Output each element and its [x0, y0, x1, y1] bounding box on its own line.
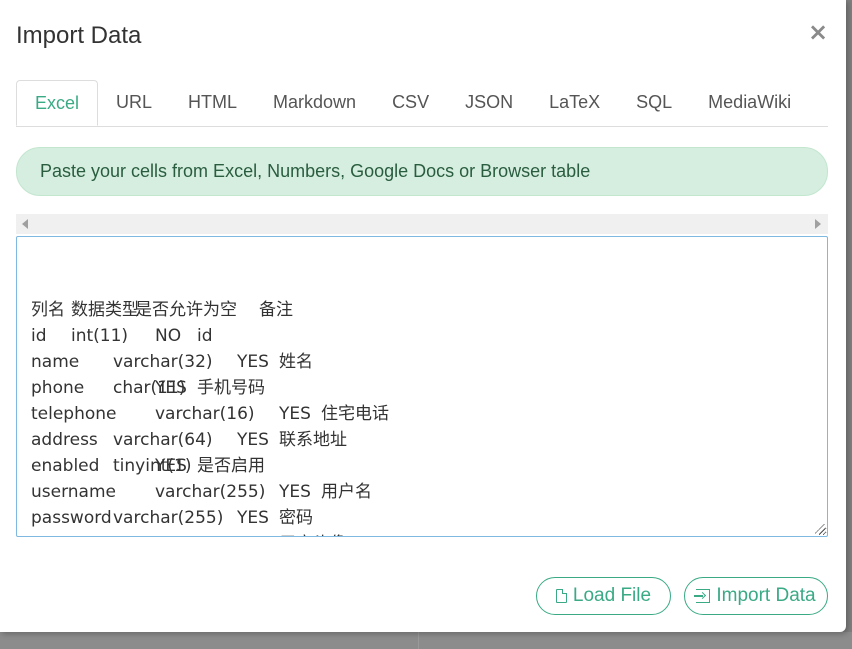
textarea-cell: phone	[31, 378, 85, 398]
tab-url[interactable]: URL	[98, 80, 170, 125]
info-message: Paste your cells from Excel, Numbers, Go…	[16, 147, 828, 196]
textarea-cell: YES	[237, 430, 269, 450]
dialog-title: Import Data	[16, 22, 142, 49]
textarea-line: enabled tinyint(1)YES 是否启用	[31, 453, 813, 479]
textarea-line: passwordvarchar(255) YES 密码	[31, 505, 813, 531]
textarea-cell: varchar(255)	[155, 482, 266, 502]
tab-excel[interactable]: Excel	[16, 80, 99, 126]
textarea-cell: 是否启用	[197, 456, 265, 476]
textarea-cell: 是否允许为空	[135, 300, 237, 320]
textarea-cell: password	[31, 508, 112, 528]
textarea-cell: 住宅电话	[321, 404, 389, 424]
textarea-cell: varchar(64)	[113, 430, 213, 450]
textarea-line: 列名 数据类型是否允许为空 备注	[31, 297, 813, 323]
textarea-cell: 备注	[259, 300, 293, 320]
file-icon	[555, 588, 568, 603]
textarea-cell: 密码	[279, 508, 313, 528]
scroll-left-icon[interactable]	[22, 219, 28, 229]
textarea-cell: telephone	[31, 404, 117, 424]
textarea-cell: userFace	[31, 531, 113, 536]
textarea-cell: int(11)	[71, 326, 129, 346]
textarea-cell: enabled	[31, 456, 100, 476]
load-file-button[interactable]: Load File	[536, 577, 671, 615]
tab-latex[interactable]: LaTeX	[531, 80, 618, 125]
textarea-cell: 联系地址	[279, 430, 347, 450]
textarea-cell: YES	[237, 508, 269, 528]
textarea-cell: id	[31, 326, 47, 346]
import-data-label: Import Data	[716, 585, 816, 606]
paste-data-textarea[interactable]: 列名 数据类型是否允许为空 备注 id int(11) NO id name varchar(3…	[16, 236, 828, 537]
textarea-cell: NO	[155, 326, 182, 346]
textarea-cell: address	[31, 430, 98, 450]
textarea-cell: tinyint(1)	[113, 456, 192, 476]
textarea-line: name varchar(32) YES 姓名	[31, 349, 813, 375]
textarea-cell: 用户名	[321, 482, 372, 502]
tab-markdown[interactable]: Markdown	[255, 80, 374, 125]
textarea-cell: varchar(32)	[113, 352, 213, 372]
resize-grip-icon[interactable]	[815, 524, 825, 534]
import-data-dialog: Import Data × Excel URL HTML Markdown CSV JSO…	[0, 0, 846, 632]
tab-html[interactable]: HTML	[170, 80, 255, 125]
textarea-line: userFacevarchar(255)YES用户头像	[31, 531, 813, 536]
tab-json[interactable]: JSON	[447, 80, 531, 125]
textarea-cell: YES	[237, 352, 269, 372]
textarea-cell: YES	[237, 531, 279, 536]
load-file-label: Load File	[572, 585, 652, 606]
background-divider	[418, 632, 419, 649]
tab-csv[interactable]: CSV	[374, 80, 447, 125]
textarea-cell: YES	[279, 404, 311, 424]
textarea-cell: varchar(255)	[113, 508, 224, 528]
textarea-line: id int(11) NO id	[31, 323, 813, 349]
close-icon[interactable]: ×	[806, 20, 830, 44]
textarea-line: phone char(11)YES 手机号码	[31, 375, 813, 401]
import-icon	[694, 589, 711, 603]
scroll-right-icon[interactable]	[815, 219, 821, 229]
textarea-cell: varchar(255)	[113, 531, 237, 536]
tab-sql[interactable]: SQL	[618, 80, 690, 125]
textarea-line: telephone varchar(16) YES 住宅电话	[31, 401, 813, 427]
textarea-cell: varchar(16)	[155, 404, 255, 424]
tab-mediawiki[interactable]: MediaWiki	[690, 80, 809, 125]
textarea-cell: name	[31, 352, 80, 372]
textarea-cell: id	[197, 326, 213, 346]
textarea-cell: username	[31, 482, 116, 502]
textarea-line: username varchar(255) YES 用户名	[31, 479, 813, 505]
textarea-cell: YES	[279, 482, 311, 502]
textarea-cell: 列名	[31, 300, 65, 320]
format-tabs: Excel URL HTML Markdown CSV JSON LaTeX SQL Media…	[16, 80, 828, 127]
textarea-cell: YES	[155, 456, 187, 476]
textarea-line: address varchar(64) YES 联系地址	[31, 427, 813, 453]
background-strip	[0, 632, 852, 649]
horizontal-scrollbar[interactable]	[16, 214, 828, 234]
textarea-cell: 姓名	[279, 352, 313, 372]
textarea-cell: 用户头像	[279, 531, 347, 536]
textarea-cell: char(11)	[113, 378, 186, 398]
textarea-cell: 手机号码	[197, 378, 265, 398]
textarea-cell: 数据类型	[71, 300, 139, 320]
textarea-cell: YES	[155, 378, 187, 398]
import-data-button[interactable]: Import Data	[684, 577, 828, 615]
